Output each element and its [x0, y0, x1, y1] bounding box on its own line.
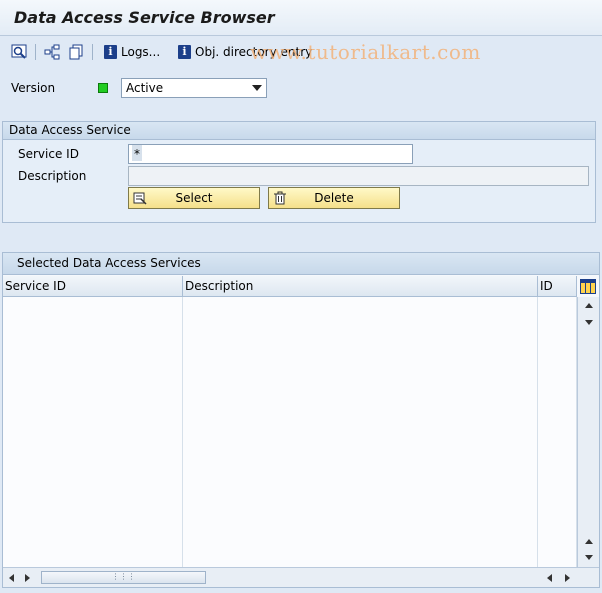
column-header-service-id[interactable]: Service ID	[3, 276, 183, 297]
description-label: Description	[18, 169, 87, 183]
application-toolbar: i Logs... i Obj. directory entry	[0, 37, 602, 67]
obj-directory-entry-label: Obj. directory entry	[195, 45, 313, 59]
table-cell[interactable]	[183, 297, 538, 318]
chevron-down-icon[interactable]	[252, 85, 262, 91]
scroll-left-end-icon[interactable]	[547, 574, 552, 582]
scroll-page-down-icon[interactable]	[585, 555, 593, 560]
table-cell[interactable]	[3, 339, 183, 360]
select-button[interactable]: Select	[128, 187, 260, 209]
table-cell[interactable]	[538, 465, 577, 486]
scroll-right-end-icon[interactable]	[565, 574, 570, 582]
table-cell[interactable]	[3, 528, 183, 549]
hierarchy-icon[interactable]	[43, 43, 61, 61]
info-icon: i	[178, 45, 191, 59]
horizontal-scrollbar[interactable]: ⋮⋮⋮	[3, 567, 599, 587]
table-title: Selected Data Access Services	[3, 253, 599, 275]
table-row[interactable]	[3, 339, 577, 360]
select-icon	[133, 191, 147, 205]
table-row[interactable]	[3, 381, 577, 402]
vertical-scrollbar[interactable]	[577, 297, 599, 567]
table-row[interactable]	[3, 507, 577, 528]
table-row[interactable]	[3, 318, 577, 339]
scroll-left-icon[interactable]	[9, 574, 14, 582]
table-cell[interactable]	[3, 507, 183, 528]
table-cell[interactable]	[183, 528, 538, 549]
table-cell[interactable]	[538, 360, 577, 381]
toolbar-separator	[92, 44, 93, 60]
table-cell[interactable]	[183, 339, 538, 360]
table-cell[interactable]	[3, 444, 183, 465]
table-settings-icon[interactable]	[580, 279, 596, 294]
selected-services-table: Selected Data Access Services Service ID…	[2, 252, 600, 588]
trash-icon	[273, 191, 287, 205]
version-select[interactable]: Active	[121, 78, 267, 98]
logs-button[interactable]: i Logs...	[104, 43, 160, 61]
scroll-up-icon[interactable]	[585, 303, 593, 308]
table-row[interactable]	[3, 360, 577, 381]
version-label: Version	[11, 81, 56, 95]
scroll-down-icon[interactable]	[585, 320, 593, 325]
toolbar-separator	[35, 44, 36, 60]
scrollbar-thumb[interactable]: ⋮⋮⋮	[41, 571, 206, 584]
table-row[interactable]	[3, 528, 577, 549]
table-cell[interactable]	[3, 402, 183, 423]
table-row[interactable]	[3, 465, 577, 486]
copy-icon[interactable]	[67, 43, 85, 61]
page-title: Data Access Service Browser	[14, 8, 275, 27]
table-cell[interactable]	[538, 297, 577, 318]
table-cell[interactable]	[183, 486, 538, 507]
table-cell[interactable]	[183, 444, 538, 465]
table-cell[interactable]	[538, 318, 577, 339]
service-id-input[interactable]: *	[128, 144, 413, 164]
table-cell[interactable]	[3, 465, 183, 486]
version-selected-value: Active	[126, 81, 164, 95]
table-cell[interactable]	[183, 402, 538, 423]
table-cell[interactable]	[538, 507, 577, 528]
table-cell[interactable]	[3, 360, 183, 381]
table-cell[interactable]	[538, 423, 577, 444]
scroll-right-icon[interactable]	[25, 574, 30, 582]
table-cell[interactable]	[538, 339, 577, 360]
column-header-description[interactable]: Description	[183, 276, 538, 297]
active-status-icon	[98, 83, 108, 93]
table-cell[interactable]	[538, 486, 577, 507]
delete-button[interactable]: Delete	[268, 187, 400, 209]
delete-button-label: Delete	[314, 191, 354, 205]
group-title: Data Access Service	[3, 122, 595, 140]
table-cell[interactable]	[3, 297, 183, 318]
table-cell[interactable]	[183, 360, 538, 381]
table-cell[interactable]	[183, 423, 538, 444]
table-cell[interactable]	[183, 318, 538, 339]
table-cell[interactable]	[3, 423, 183, 444]
table-row[interactable]	[3, 402, 577, 423]
table-row[interactable]	[3, 444, 577, 465]
table-cell[interactable]	[538, 444, 577, 465]
table-cell[interactable]	[183, 381, 538, 402]
table-cell[interactable]	[3, 486, 183, 507]
table-row[interactable]	[3, 297, 577, 318]
logs-button-label: Logs...	[121, 45, 161, 59]
table-cell[interactable]	[183, 465, 538, 486]
table-cell[interactable]	[3, 318, 183, 339]
info-icon: i	[104, 45, 117, 59]
table-cell[interactable]	[183, 507, 538, 528]
table-cell[interactable]	[538, 402, 577, 423]
column-header-id[interactable]: ID	[538, 276, 577, 297]
table-row[interactable]	[3, 486, 577, 507]
table-cell[interactable]	[538, 528, 577, 549]
service-id-value: *	[132, 145, 142, 161]
table-cell[interactable]	[538, 381, 577, 402]
select-button-label: Select	[175, 191, 213, 205]
service-id-label: Service ID	[18, 147, 79, 161]
display-icon[interactable]	[10, 43, 28, 61]
description-field	[128, 166, 589, 186]
table-cell[interactable]	[3, 381, 183, 402]
obj-directory-entry-button[interactable]: i Obj. directory entry	[178, 43, 312, 61]
scroll-page-up-icon[interactable]	[585, 539, 593, 544]
title-bar: Data Access Service Browser	[0, 0, 602, 36]
table-row[interactable]	[3, 423, 577, 444]
